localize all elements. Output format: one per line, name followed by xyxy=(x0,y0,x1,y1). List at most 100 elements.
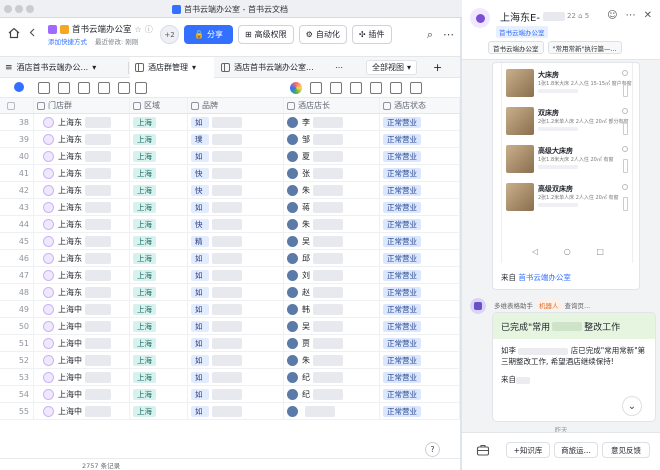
shared-screenshot-card[interactable]: 大床房 1张1.8米大床 2人入住 15-15㎡ 窗户有窗 双床房 2张1.2米单人床… xyxy=(492,62,640,290)
table-row[interactable]: 53 上海中 上海如纪正常营业 xyxy=(0,369,460,386)
source-link[interactable]: 首书云端办公室 xyxy=(518,273,571,282)
more-icon[interactable]: ⋯ xyxy=(626,10,636,21)
toolbox-icon[interactable] xyxy=(476,443,490,457)
cell-manager[interactable]: 张 xyxy=(284,165,380,181)
cell-region[interactable]: 上海 xyxy=(130,250,188,266)
add-table-button[interactable]: + xyxy=(428,57,448,78)
table-row[interactable]: 52 上海中 上海如朱正常营业 xyxy=(0,352,460,369)
doc-title[interactable]: 首书云端办公室 ☆ ⓘ xyxy=(48,23,153,35)
scroll-down-button[interactable]: ⌄ xyxy=(622,396,642,416)
share-button[interactable]: 🔒 分享 xyxy=(184,25,233,44)
cell-manager[interactable]: 纪 xyxy=(284,386,380,402)
header-status[interactable]: 酒店状态 xyxy=(380,98,460,113)
chip-doc[interactable]: "常用常新"执行篇—... xyxy=(547,41,622,54)
cell-manager[interactable]: 夏 xyxy=(284,148,380,164)
print-icon[interactable] xyxy=(350,82,362,94)
chip-base[interactable]: 首书云端办公室 xyxy=(488,41,544,54)
help-button[interactable]: ? xyxy=(425,442,440,457)
cell-manager[interactable]: 朱 xyxy=(284,216,380,232)
cell-group[interactable]: 上海东 xyxy=(34,267,130,283)
more-tools-icon[interactable] xyxy=(410,82,422,94)
cell-region[interactable]: 上海 xyxy=(130,131,188,147)
close-icon[interactable]: ✕ xyxy=(644,10,652,21)
cell-status[interactable]: 正常营业 xyxy=(380,250,460,266)
cell-group[interactable]: 上海东 xyxy=(34,165,130,181)
chat-name[interactable]: 上海东E- xyxy=(500,9,565,24)
cell-region[interactable]: 上海 xyxy=(130,216,188,232)
cell-brand[interactable]: 如 xyxy=(188,301,284,317)
knowledge-base-button[interactable]: + 知识库 xyxy=(506,442,550,458)
group-avatar[interactable] xyxy=(470,8,490,28)
cell-group[interactable]: 上海东 xyxy=(34,114,130,130)
cell-group[interactable]: 上海东 xyxy=(34,233,130,249)
cell-status[interactable]: 正常营业 xyxy=(380,369,460,385)
table-row[interactable]: 44 上海东 上海快朱正常营业 xyxy=(0,216,460,233)
cell-status[interactable]: 正常营业 xyxy=(380,182,460,198)
color-icon[interactable] xyxy=(290,82,302,94)
cell-region[interactable]: 上海 xyxy=(130,369,188,385)
header-manager[interactable]: 酒店店长 xyxy=(284,98,380,113)
cell-group[interactable]: 上海东 xyxy=(34,148,130,164)
cell-manager[interactable]: 吴 xyxy=(284,318,380,334)
bot-avatar[interactable] xyxy=(470,298,486,314)
tab-overflow[interactable]: ⋯ xyxy=(330,57,360,78)
cell-region[interactable]: 上海 xyxy=(130,403,188,419)
cell-brand[interactable]: 如 xyxy=(188,352,284,368)
cell-region[interactable]: 上海 xyxy=(130,352,188,368)
more-icon[interactable]: ⋯ xyxy=(443,28,454,42)
cell-status[interactable]: 正常营业 xyxy=(380,335,460,351)
select-all[interactable] xyxy=(0,98,34,113)
settings-icon[interactable] xyxy=(38,82,50,94)
cell-group[interactable]: 上海中 xyxy=(34,386,130,402)
cell-brand[interactable]: 如 xyxy=(188,386,284,402)
cell-status[interactable]: 正常营业 xyxy=(380,199,460,215)
table-row[interactable]: 50 上海中 上海如吴正常营业 xyxy=(0,318,460,335)
cell-brand[interactable]: 如 xyxy=(188,284,284,300)
table-row[interactable]: 40 上海东 上海如夏正常营业 xyxy=(0,148,460,165)
cell-group[interactable]: 上海中 xyxy=(34,352,130,368)
add-record-icon[interactable] xyxy=(14,82,24,92)
cell-manager[interactable]: 朱 xyxy=(284,352,380,368)
cell-manager[interactable]: 朱 xyxy=(284,182,380,198)
feedback-button[interactable]: 意见反馈 xyxy=(602,442,650,458)
cell-region[interactable]: 上海 xyxy=(130,267,188,283)
smile-icon[interactable]: ☺ xyxy=(607,10,617,21)
table-row[interactable]: 48 上海东 上海如赵正常营业 xyxy=(0,284,460,301)
cell-region[interactable]: 上海 xyxy=(130,233,188,249)
cell-manager[interactable]: 吴 xyxy=(284,233,380,249)
cell-brand[interactable]: 如 xyxy=(188,403,284,419)
cell-manager[interactable]: 纪 xyxy=(284,369,380,385)
table-row[interactable]: 38 上海东 上海如李正常营业 xyxy=(0,114,460,131)
view-selector[interactable]: 全部视图 ▾ xyxy=(366,60,418,75)
cell-group[interactable]: 上海中 xyxy=(34,301,130,317)
group-icon[interactable] xyxy=(98,82,110,94)
cell-brand[interactable]: 快 xyxy=(188,216,284,232)
cell-region[interactable]: 上海 xyxy=(130,165,188,181)
row-height-icon[interactable] xyxy=(135,82,147,94)
cell-status[interactable]: 正常营业 xyxy=(380,131,460,147)
cell-region[interactable]: 上海 xyxy=(130,284,188,300)
cell-group[interactable]: 上海东 xyxy=(34,199,130,215)
cell-group[interactable]: 上海东 xyxy=(34,284,130,300)
cell-brand[interactable]: 如 xyxy=(188,199,284,215)
header-region[interactable]: 区域 xyxy=(130,98,188,113)
cell-status[interactable]: 正常营业 xyxy=(380,403,460,419)
cell-status[interactable]: 正常营业 xyxy=(380,267,460,283)
search-icon[interactable]: ⌕ xyxy=(427,28,433,42)
header-brand[interactable]: 品牌 xyxy=(188,98,284,113)
collaborators-more[interactable]: +2 xyxy=(160,25,179,44)
tab-table3[interactable]: 酒店首书云端办公室... xyxy=(216,57,328,78)
cell-group[interactable]: 上海中 xyxy=(34,335,130,351)
cell-manager[interactable]: 邹 xyxy=(284,131,380,147)
cell-region[interactable]: 上海 xyxy=(130,386,188,402)
advanced-permission-button[interactable]: ⊞ 高级权限 xyxy=(237,25,294,44)
cell-brand[interactable]: 如 xyxy=(188,250,284,266)
table-row[interactable]: 39 上海东 上海璞邹正常营业 xyxy=(0,131,460,148)
table-row[interactable]: 43 上海东 上海如蒋正常营业 xyxy=(0,199,460,216)
cell-brand[interactable]: 如 xyxy=(188,114,284,130)
cell-status[interactable]: 正常营业 xyxy=(380,352,460,368)
cell-manager[interactable]: 贾 xyxy=(284,335,380,351)
table-row[interactable]: 49 上海中 上海如韩正常营业 xyxy=(0,301,460,318)
table-row[interactable]: 55 上海中 上海如 正常营业 xyxy=(0,403,460,420)
cell-brand[interactable]: 快 xyxy=(188,182,284,198)
